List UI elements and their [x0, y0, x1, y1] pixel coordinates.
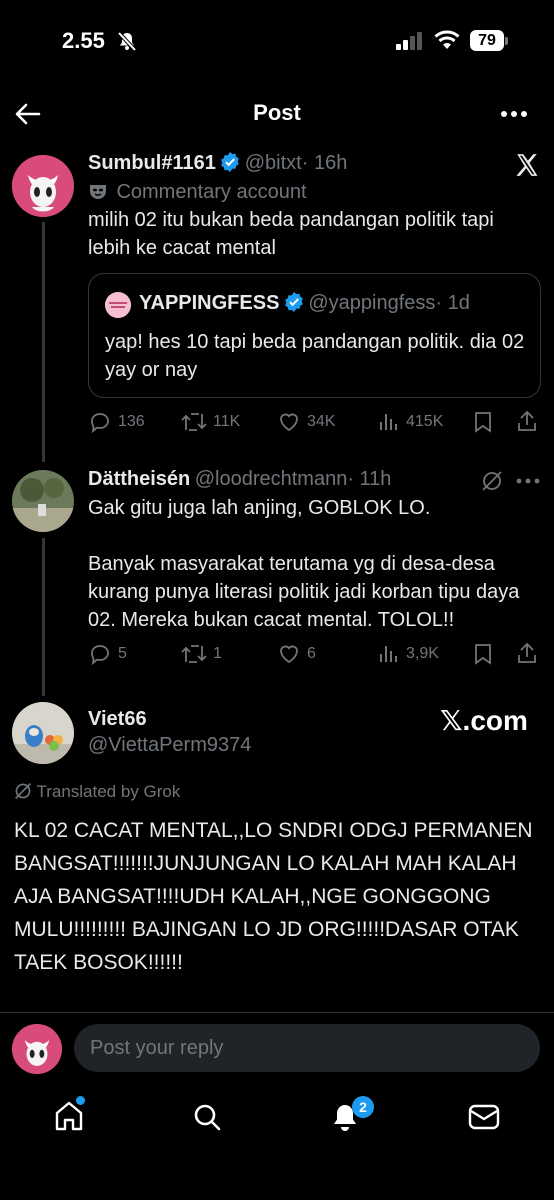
commentary-label: Commentary account — [88, 181, 307, 204]
divider — [0, 1012, 554, 1013]
messages-icon[interactable] — [468, 1103, 500, 1131]
reply-button[interactable]: 5 — [88, 642, 127, 666]
heart-icon — [280, 413, 298, 432]
tweet1-text: milih 02 itu bukan beda pandangan politi… — [88, 209, 494, 259]
avatar[interactable] — [12, 155, 74, 217]
more-options-icon[interactable] — [516, 477, 540, 485]
heart-icon — [280, 645, 298, 664]
quote-author-name: YAPPINGFESS — [139, 292, 280, 314]
reply-button[interactable]: 136 — [88, 410, 145, 434]
bookmark-icon[interactable] — [472, 410, 494, 434]
card-author-name: Viet66 — [88, 708, 147, 730]
retweet-count: 1 — [213, 645, 222, 662]
page-title: Post — [253, 100, 301, 125]
post-time: · 11h — [347, 468, 392, 490]
x-com-logo: 𝕏.com — [440, 705, 528, 736]
thread-line — [42, 222, 45, 462]
status-time: 2.55 — [62, 28, 105, 53]
reply-input[interactable] — [74, 1024, 540, 1072]
reply-count: 5 — [118, 645, 127, 662]
bookmark-icon[interactable] — [472, 642, 494, 666]
tweet1-header: Sumbul#1161 @bitxt· 16h — [88, 152, 347, 175]
avatar-illustration — [12, 1024, 62, 1074]
verified-badge-icon — [284, 292, 303, 312]
reply-icon — [91, 645, 109, 666]
avatar[interactable] — [12, 470, 74, 532]
reply-icon — [91, 413, 109, 434]
card-text: KL 02 CACAT MENTAL,,LO SNDRI ODGJ PERMAN… — [14, 819, 533, 974]
translated-text: Translated by Grok — [36, 782, 181, 801]
avatar-illustration — [12, 155, 74, 217]
avatar[interactable] — [12, 702, 74, 764]
battery-cap — [505, 37, 508, 45]
retweet-button[interactable]: 1 — [181, 642, 222, 666]
thread-line — [42, 538, 45, 696]
views-icon — [380, 414, 397, 430]
views-icon — [380, 646, 397, 662]
translate-icon — [15, 783, 31, 799]
wifi-icon — [434, 30, 460, 49]
more-options-icon[interactable] — [500, 110, 528, 118]
post-time: · 16h — [301, 152, 348, 174]
commentary-text: Commentary account — [116, 181, 307, 203]
notifications-badge: 2 — [352, 1096, 374, 1118]
avatar-photo — [12, 702, 74, 764]
translated-label: Translated by Grok — [14, 782, 180, 802]
quote-text: yap! hes 10 tapi beda pandangan politik.… — [105, 331, 525, 381]
quote-time: · 1d — [435, 292, 470, 314]
quote-card[interactable]: YAPPINGFESS @yappingfess· 1d yap! hes 10… — [88, 273, 541, 398]
retweet-icon — [181, 645, 207, 663]
retweet-button[interactable]: 11K — [181, 410, 240, 434]
tweet2-text-line1: Gak gitu juga lah anjing, GOBLOK LO. — [88, 497, 431, 519]
like-button[interactable]: 34K — [277, 410, 335, 434]
home-unread-dot — [76, 1096, 85, 1105]
quote-avatar — [105, 292, 131, 318]
views-count: 415K — [406, 413, 444, 430]
quote-author-handle: @yappingfess — [308, 292, 436, 314]
reply-count: 136 — [118, 413, 145, 430]
retweet-count: 11K — [213, 413, 241, 430]
quote-avatar-illustration — [105, 292, 131, 318]
like-count: 6 — [307, 645, 316, 662]
my-avatar[interactable] — [12, 1024, 62, 1074]
share-icon[interactable] — [515, 641, 539, 665]
signal-icon — [396, 32, 422, 50]
share-icon[interactable] — [515, 409, 539, 433]
verified-badge-icon — [221, 152, 240, 172]
like-button[interactable]: 6 — [277, 642, 316, 666]
views-button[interactable]: 415K — [376, 410, 443, 434]
battery-indicator: 79 — [470, 30, 504, 51]
tweet2-header: Dättheisén @loodrechtmann· 11h — [88, 468, 391, 491]
translate-icon[interactable] — [481, 470, 503, 492]
quote-header: YAPPINGFESS @yappingfess· 1d — [139, 292, 470, 315]
author-handle[interactable]: @loodrechtmann — [195, 468, 348, 490]
mask-icon — [90, 185, 106, 199]
views-count: 3,9K — [406, 645, 439, 662]
x-logo-icon — [516, 154, 538, 176]
views-button[interactable]: 3,9K — [376, 642, 439, 666]
author-name[interactable]: Sumbul#1161 — [88, 152, 216, 174]
author-name[interactable]: Dättheisén — [88, 468, 190, 490]
card-author-handle: @ViettaPerm9374 — [88, 734, 252, 756]
author-handle[interactable]: @bitxt — [245, 152, 302, 174]
avatar-photo — [12, 470, 74, 532]
retweet-icon — [181, 413, 207, 431]
like-count: 34K — [307, 413, 336, 430]
search-icon[interactable] — [192, 1102, 222, 1132]
bell-slash-icon — [117, 31, 137, 52]
tweet2-text-paragraph: Banyak masyarakat terutama yg di desa-de… — [88, 553, 520, 631]
